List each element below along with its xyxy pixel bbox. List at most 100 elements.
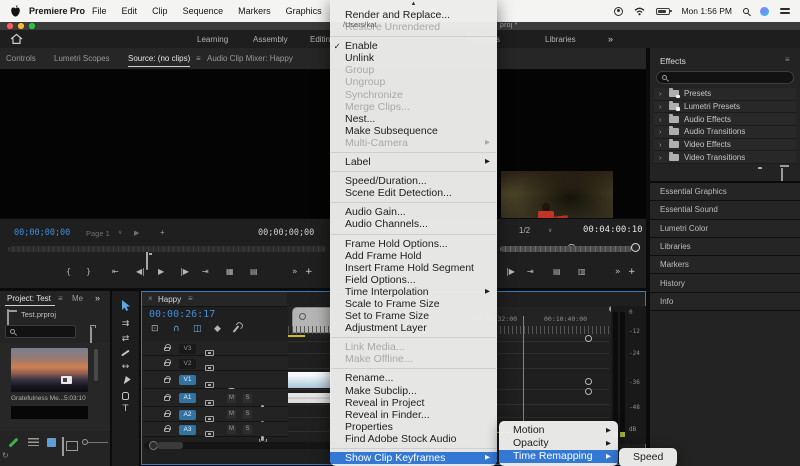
menu-item-show-clip-keyframes[interactable]: Show Clip Keyframes▶ [330,452,497,464]
siri-icon[interactable] [760,7,769,16]
source-button-editor-add[interactable]: + [305,267,313,277]
menu-item-audio-channels[interactable]: Audio Channels... [330,218,497,230]
zoom-window-button[interactable] [29,23,35,29]
submenu-item-speed[interactable]: Speed [619,451,677,464]
nest-toggle-icon[interactable]: ⊡ [151,324,159,334]
type-tool[interactable]: T [112,402,139,416]
panel-tab-source-no-clips[interactable]: Source: (no clips) [128,54,190,67]
effects-bin-video-effects[interactable]: ›Video Effects [654,139,796,152]
mic-icon[interactable] [261,436,264,441]
solo-button[interactable]: S [243,394,252,403]
extract-button[interactable]: ▥ [578,267,586,276]
track-target-v2[interactable]: V2 [179,359,196,369]
menu-item-find-adobe-stock-audio[interactable]: Find Adobe Stock Audio [330,433,497,445]
menu-item-enable[interactable]: Enable✓ [330,40,497,52]
menubar-item-edit[interactable]: Edit [122,6,138,16]
panel-tab-lumetri-scopes[interactable]: Lumetri Scopes [54,54,110,63]
menu-item-scene-edit-detection[interactable]: Scene Edit Detection... [330,187,497,199]
refresh-icon[interactable]: ↻ [2,451,9,460]
razor-tool[interactable] [112,346,139,360]
clip-filmstrip[interactable] [11,406,88,419]
track-header-v3[interactable]: V3 [143,341,288,356]
menu-item-properties[interactable]: Properties [330,421,497,433]
icon-view-icon[interactable] [47,438,56,447]
track-select-forward-tool[interactable]: ⇉ [112,317,139,331]
chevron-right-icon[interactable]: › [659,127,664,136]
project-tabs-overflow[interactable]: » [95,293,100,303]
app-menu-title[interactable]: Premiere Pro [29,6,85,16]
panel-tab-history[interactable]: History [650,274,800,292]
add-marker-icon[interactable]: ◆ [214,324,221,334]
go-to-out-button[interactable]: ⇥ [202,267,209,276]
writable-pen-icon[interactable] [8,438,18,448]
mark-in-button[interactable]: { [66,267,71,276]
solo-button[interactable]: S [243,425,252,434]
spotlight-search-icon[interactable] [743,8,749,14]
snap-icon[interactable]: ∩ [173,324,180,334]
timeline-timecode[interactable]: 00:00:26:17 [149,309,215,320]
step-forward-button[interactable]: |▶ [506,267,515,276]
menu-scroll-up-icon[interactable]: ▲ [330,0,497,9]
lock-icon[interactable] [164,362,170,367]
effects-panel-menu-icon[interactable]: ≡ [785,55,790,64]
ripple-edit-tool[interactable]: ⇄ [112,332,139,346]
menu-item-unlink[interactable]: Unlink [330,52,497,64]
lock-icon[interactable] [164,413,170,418]
source-scrubber[interactable] [8,246,326,252]
menu-item-set-to-frame-size[interactable]: Set to Frame Size [330,310,497,322]
submenu-item-time-remapping[interactable]: Time Remapping▶ [499,450,618,463]
menu-item-render-and-replace[interactable]: Render and Replace... [330,9,497,21]
clip-thumbnail[interactable] [11,348,88,392]
panel-tab-lumetri-color[interactable]: Lumetri Color [650,220,800,238]
menu-item-time-interpolation[interactable]: Time Interpolation▶ [330,286,497,298]
chevron-right-icon[interactable]: › [659,89,664,98]
menu-item-scale-to-frame-size[interactable]: Scale to Frame Size [330,298,497,310]
pen-tool[interactable] [112,374,139,388]
mute-button[interactable]: M [227,394,236,403]
track-target-a3[interactable]: A3 [179,425,196,435]
submenu-item-opacity[interactable]: Opacity▶ [499,437,618,450]
menu-item-speed-duration[interactable]: Speed/Duration... [330,175,497,187]
workspace-tab-assembly[interactable]: Assembly [253,35,288,44]
lock-icon[interactable] [164,378,170,383]
apple-icon[interactable] [10,5,21,18]
panel-tab-essential-sound[interactable]: Essential Sound [650,201,800,219]
timeline-panel-menu-icon[interactable]: ≡ [188,294,193,303]
menubar-item-graphics[interactable]: Graphics [286,6,322,16]
workspace-tab-learning[interactable]: Learning [197,35,228,44]
selection-tool[interactable] [112,299,139,313]
home-icon[interactable] [10,33,23,45]
slip-tool[interactable]: ↔ [112,360,139,374]
mark-out-button[interactable]: } [86,267,91,276]
menu-item-nest[interactable]: Nest... [330,113,497,125]
workspace-tab-libraries[interactable]: Libraries [545,35,576,44]
effects-bin-video-transitions[interactable]: ›Video Transitions [654,151,796,164]
panel-tab-essential-graphics[interactable]: Essential Graphics [650,183,800,201]
track-target-v3[interactable]: V3 [179,344,196,354]
clip-fx-badge[interactable] [585,335,592,342]
solo-button[interactable]: S [243,410,252,419]
timeline-playhead[interactable] [523,316,524,438]
program-button-editor-add[interactable]: + [628,267,636,277]
menu-item-insert-frame-hold-segment[interactable]: Insert Frame Hold Segment [330,262,497,274]
program-playhead-handle[interactable] [631,243,640,252]
chevron-right-icon[interactable]: › [659,115,664,124]
effects-bin-lumetri-presets[interactable]: ›Lumetri Presets [654,101,796,114]
hand-tool[interactable] [112,389,139,403]
project-scrollbar[interactable] [94,349,98,381]
clip-name[interactable]: Gratefulness Me... [11,395,64,402]
settings-wrench-icon[interactable] [233,325,240,332]
close-icon[interactable]: × [148,294,153,303]
menubar-item-file[interactable]: File [92,6,107,16]
source-play-indicator-icon[interactable]: ▶ [134,229,139,237]
go-to-out-button[interactable]: ⇥ [527,267,534,276]
panel-tab-markers[interactable]: Markers [650,256,800,274]
menubar-item-markers[interactable]: Markers [238,6,271,16]
step-forward-button[interactable]: |▶ [180,267,189,276]
go-to-in-button[interactable]: ⇤ [112,267,119,276]
lock-icon[interactable] [164,428,170,433]
effects-panel-tab[interactable]: Effects [660,56,686,66]
track-header-a3[interactable]: A3MS [143,422,288,437]
battery-icon[interactable] [656,8,670,15]
wifi-icon[interactable] [634,7,645,16]
